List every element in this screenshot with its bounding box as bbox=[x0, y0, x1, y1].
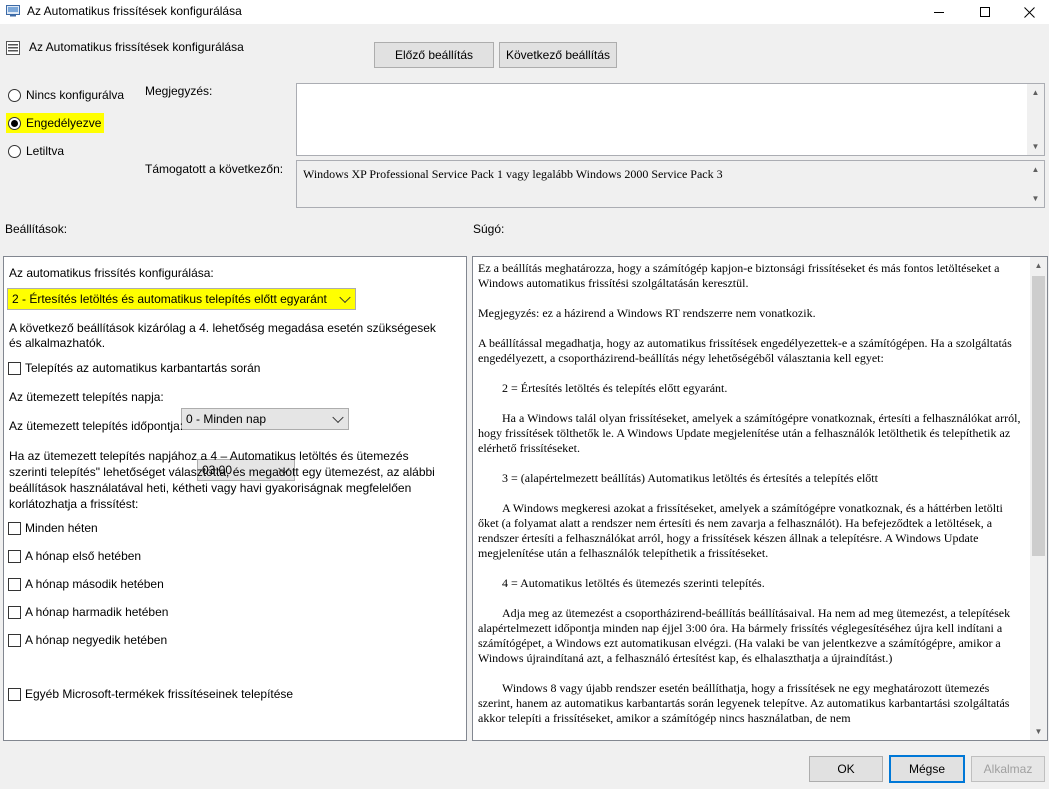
second-week-checkbox[interactable]: A hónap második hetében bbox=[8, 576, 164, 592]
help-paragraph: Ez a beállítás meghatározza, hogy a szám… bbox=[478, 261, 1003, 290]
day-dropdown[interactable]: 0 - Minden nap bbox=[181, 408, 349, 430]
checkbox-box bbox=[8, 687, 21, 701]
checkbox-label: A hónap első hetében bbox=[25, 549, 142, 563]
checkbox-box bbox=[8, 633, 21, 647]
options-note: A következő beállítások kizárólag a 4. l… bbox=[9, 321, 436, 350]
help-text: Ez a beállítás meghatározza, hogy a szám… bbox=[478, 261, 1025, 726]
day-dropdown-value: 0 - Minden nap bbox=[186, 412, 267, 426]
policy-setting-icon bbox=[6, 41, 20, 55]
help-paragraph: A Windows megkeresi azokat a frissítések… bbox=[478, 501, 1006, 560]
scroll-up-icon[interactable]: ▲ bbox=[1027, 161, 1044, 178]
close-icon bbox=[1023, 6, 1035, 18]
help-scrollbar[interactable]: ▲ ▼ bbox=[1030, 257, 1047, 740]
window-title: Az Automatikus frissítések konfigurálása bbox=[27, 4, 242, 18]
checkbox-label: A hónap harmadik hetében bbox=[25, 605, 169, 619]
supported-value: Windows XP Professional Service Pack 1 v… bbox=[303, 167, 723, 181]
radio-label: Letiltva bbox=[26, 144, 65, 158]
radio-label: Nincs konfigurálva bbox=[26, 88, 125, 102]
policy-icon bbox=[6, 5, 20, 17]
help-section-label: Súgó: bbox=[473, 222, 505, 236]
day-label: Az ütemezett telepítés napja: bbox=[9, 390, 164, 404]
third-week-checkbox[interactable]: A hónap harmadik hetében bbox=[8, 604, 168, 620]
options-section-label: Beállítások: bbox=[5, 222, 68, 236]
help-paragraph: 4 = Automatikus letöltés és ütemezés sze… bbox=[478, 576, 765, 590]
checkbox-box bbox=[8, 361, 21, 375]
other-products-checkbox[interactable]: Egyéb Microsoft-termékek frissítéseinek … bbox=[8, 686, 293, 702]
setting-title: Az Automatikus frissítések konfigurálása bbox=[29, 40, 244, 54]
scroll-down-icon[interactable]: ▼ bbox=[1027, 190, 1044, 207]
previous-setting-button[interactable]: Előző beállítás bbox=[374, 42, 494, 68]
help-paragraph: 2 = Értesítés letöltés és telepítés előt… bbox=[478, 381, 728, 395]
chevron-down-icon bbox=[339, 291, 351, 304]
help-paragraph: Adja meg az ütemezést a csoportházirend-… bbox=[478, 606, 1014, 665]
checkbox-label: A hónap negyedik hetében bbox=[25, 633, 168, 647]
help-paragraph: 3 = (alapértelmezett beállítás) Automati… bbox=[478, 471, 878, 485]
maintenance-checkbox[interactable]: Telepítés az automatikus karbantartás so… bbox=[8, 360, 260, 376]
help-paragraph: A beállítással megadhatja, hogy az autom… bbox=[478, 336, 1015, 365]
config-dropdown-value: 2 - Értesítés letöltés és automatikus te… bbox=[12, 292, 327, 306]
minimize-icon bbox=[934, 11, 944, 13]
supported-scrollbar[interactable]: ▲ ▼ bbox=[1027, 161, 1044, 207]
ok-button[interactable]: OK bbox=[809, 756, 883, 782]
supported-box: Windows XP Professional Service Pack 1 v… bbox=[296, 160, 1045, 208]
checkbox-box bbox=[8, 521, 21, 535]
scroll-up-icon[interactable]: ▲ bbox=[1030, 257, 1047, 274]
scroll-up-icon[interactable]: ▲ bbox=[1027, 84, 1044, 101]
comment-textarea[interactable]: ▲ ▼ bbox=[296, 83, 1045, 156]
comment-label: Megjegyzés: bbox=[145, 84, 213, 98]
minimize-button[interactable] bbox=[916, 0, 962, 24]
every-week-checkbox[interactable]: Minden héten bbox=[8, 520, 98, 536]
config-dropdown[interactable]: 2 - Értesítés letöltés és automatikus te… bbox=[7, 288, 356, 310]
checkbox-label: Telepítés az automatikus karbantartás so… bbox=[25, 361, 261, 375]
checkbox-label: A hónap második hetében bbox=[25, 577, 164, 591]
checkbox-box bbox=[8, 605, 21, 619]
radio-disabled[interactable]: Letiltva bbox=[8, 142, 64, 160]
radio-not-configured[interactable]: Nincs konfigurálva bbox=[8, 86, 124, 104]
radio-label: Engedélyezve bbox=[26, 116, 102, 130]
next-setting-button[interactable]: Következő beállítás bbox=[499, 42, 617, 68]
schedule-note: Ha az ütemezett telepítés napjához a 4 –… bbox=[9, 449, 435, 511]
checkbox-label: Egyéb Microsoft-termékek frissítéseinek … bbox=[25, 687, 294, 701]
checkbox-box bbox=[8, 577, 21, 591]
radio-circle-selected bbox=[8, 116, 21, 130]
config-label: Az automatikus frissítés konfigurálása: bbox=[9, 266, 214, 280]
apply-button[interactable]: Alkalmaz bbox=[971, 756, 1045, 782]
chevron-down-icon bbox=[332, 411, 344, 424]
comment-scrollbar[interactable]: ▲ ▼ bbox=[1027, 84, 1044, 155]
maximize-icon bbox=[980, 7, 990, 17]
scroll-down-icon[interactable]: ▼ bbox=[1030, 723, 1047, 740]
scroll-thumb[interactable] bbox=[1032, 276, 1045, 556]
time-label: Az ütemezett telepítés időpontja: bbox=[9, 419, 184, 433]
help-paragraph: Megjegyzés: ez a házirend a Windows RT r… bbox=[478, 306, 816, 320]
radio-circle bbox=[8, 144, 21, 158]
supported-label: Támogatott a következőn: bbox=[145, 162, 284, 176]
scroll-down-icon[interactable]: ▼ bbox=[1027, 138, 1044, 155]
cancel-button[interactable]: Mégse bbox=[889, 755, 965, 783]
checkbox-box bbox=[8, 549, 21, 563]
close-button[interactable] bbox=[1006, 0, 1049, 24]
fourth-week-checkbox[interactable]: A hónap negyedik hetében bbox=[8, 632, 167, 648]
first-week-checkbox[interactable]: A hónap első hetében bbox=[8, 548, 141, 564]
maximize-button[interactable] bbox=[962, 0, 1008, 24]
help-panel: Ez a beállítás meghatározza, hogy a szám… bbox=[472, 256, 1048, 741]
radio-circle bbox=[8, 88, 21, 102]
radio-enabled[interactable]: Engedélyezve bbox=[6, 113, 105, 133]
options-panel: Az automatikus frissítés konfigurálása: … bbox=[3, 256, 467, 741]
title-bar: Az Automatikus frissítések konfigurálása bbox=[0, 0, 1049, 24]
help-paragraph: Ha a Windows talál olyan frissítéseket, … bbox=[478, 411, 1024, 455]
help-paragraph: Windows 8 vagy újabb rendszer esetén beá… bbox=[478, 681, 1013, 725]
checkbox-label: Minden héten bbox=[25, 521, 98, 535]
